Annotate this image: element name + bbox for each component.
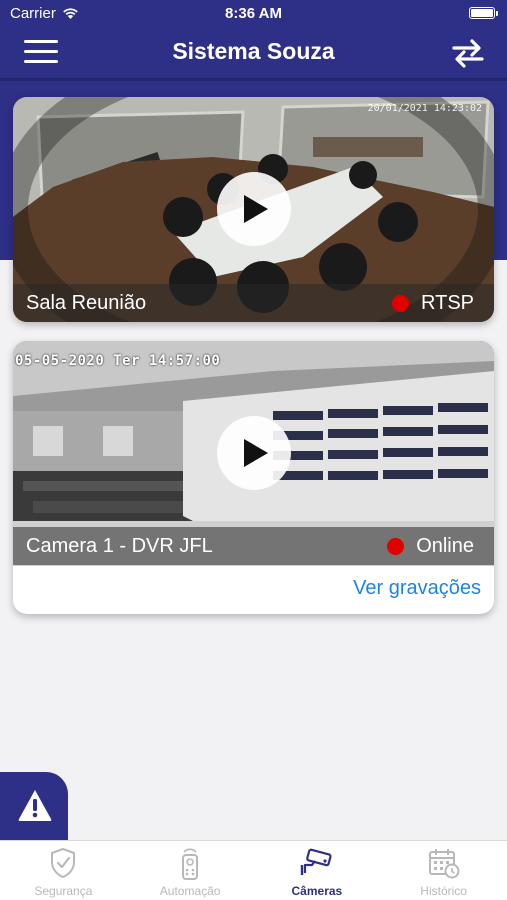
navbar: Sistema Souza: [0, 28, 507, 78]
remote-control-icon: [182, 848, 199, 880]
alert-button[interactable]: [0, 772, 68, 842]
camera-timestamp: 05-05-2020 Ter 14:57:00: [15, 353, 221, 369]
camera-info-bar: Camera 1 - DVR JFL Online: [13, 527, 494, 565]
status-dot-icon: [387, 538, 405, 555]
camera-status-label: Online: [416, 535, 474, 557]
tab-cameras[interactable]: Câmeras: [254, 841, 381, 900]
play-icon: [244, 195, 268, 223]
camera-name: Sala Reunião: [26, 292, 147, 314]
cctv-camera-icon: [300, 848, 332, 875]
view-recordings-link[interactable]: Ver gravações: [353, 577, 481, 600]
camera-status: Online: [387, 535, 474, 558]
tab-label: Câmeras: [291, 884, 343, 898]
warning-icon: [18, 790, 52, 821]
play-icon: [244, 439, 268, 467]
camera-status: RTSP: [392, 292, 474, 315]
play-button[interactable]: [217, 172, 291, 246]
camera-status-label: RTSP: [421, 292, 474, 314]
tab-historico[interactable]: Histórico: [380, 841, 507, 900]
tab-label: Histórico: [420, 884, 467, 898]
tab-automacao[interactable]: Automação: [127, 841, 254, 900]
camera-info-bar: Sala Reunião RTSP: [13, 284, 494, 322]
play-button[interactable]: [217, 416, 291, 490]
camera-name: Camera 1 - DVR JFL: [26, 535, 213, 557]
battery-icon: [469, 7, 498, 19]
swap-arrows-icon[interactable]: [451, 38, 485, 68]
shield-check-icon: [51, 847, 76, 879]
status-dot-icon: [392, 295, 410, 312]
navbar-divider: [0, 78, 507, 81]
calendar-history-icon: [428, 849, 460, 879]
camera-card[interactable]: 20/01/2021 14:23:02 Sala Reunião RTSP: [13, 97, 494, 322]
tab-label: Segurança: [34, 884, 93, 898]
camera-card[interactable]: 05-05-2020 Ter 14:57:00 Camera 1 - DVR J…: [13, 341, 494, 614]
tab-label: Automação: [159, 884, 221, 898]
camera-feed[interactable]: 20/01/2021 14:23:02 Sala Reunião RTSP: [13, 97, 494, 322]
tab-bar: Segurança Automação Câmeras Histórico: [0, 840, 507, 900]
status-bar: Carrier 8:36 AM: [0, 0, 507, 28]
page-title: Sistema Souza: [172, 38, 335, 64]
camera-timestamp: 20/01/2021 14:23:02: [367, 103, 482, 114]
tab-seguranca[interactable]: Segurança: [0, 841, 127, 900]
clock: 8:36 AM: [225, 5, 282, 22]
